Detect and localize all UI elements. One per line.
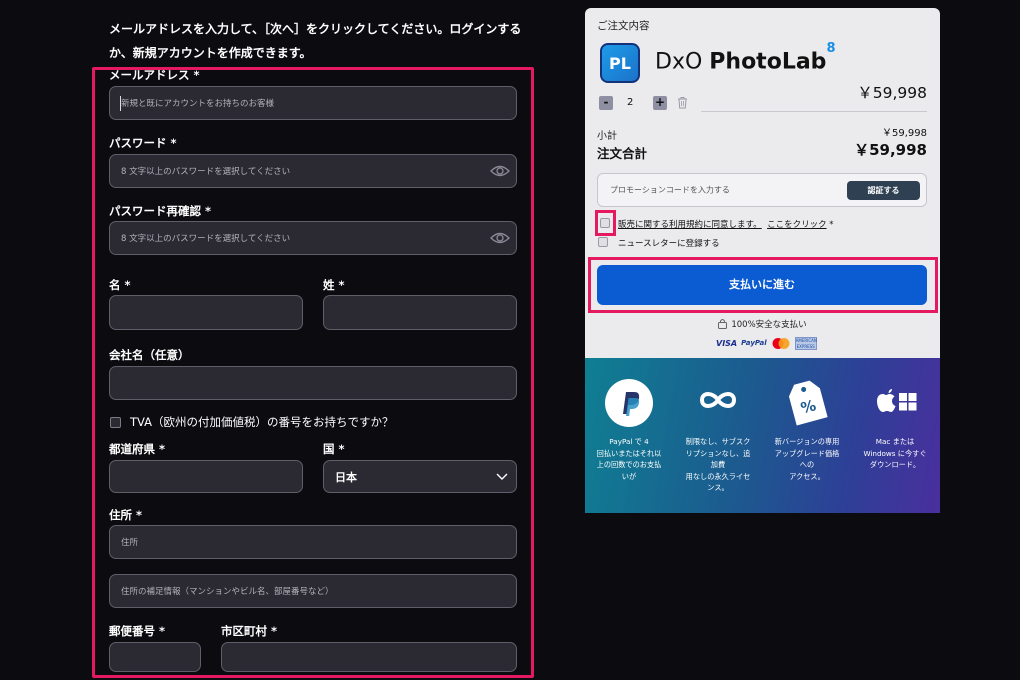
address2-placeholder: 住所の補足情報（マンションやビル名、部屋番号など）: [121, 587, 334, 597]
secure-payment: 100%安全な支払い: [585, 318, 940, 330]
terms-checkbox[interactable]: [600, 218, 610, 228]
total-label: 注文合計: [597, 146, 648, 161]
prefecture-label: 都道府県 *: [109, 442, 166, 456]
city-label: 市区町村 *: [221, 624, 278, 638]
discount-tag-icon: %: [788, 380, 828, 426]
photolab-logo: PL: [600, 43, 640, 83]
order-title: ご注文内容: [597, 20, 650, 32]
benefit-paypal-text: PayPal で 4 回払いまたはそれ以 上の回数でのお支払 いが: [596, 437, 662, 481]
paypal-icon: [605, 379, 653, 427]
product-version: 8: [826, 41, 836, 56]
secure-text: 100%安全な支払い: [731, 320, 807, 330]
qty-minus-button[interactable]: -: [599, 96, 613, 110]
email-label: メールアドレス *: [109, 68, 200, 82]
promo-placeholder: プロモーションコードを入力する: [610, 185, 730, 195]
benefits-banner: PayPal で 4 回払いまたはそれ以 上の回数でのお支払 いが 制限なし、サ…: [585, 358, 940, 513]
product-price: ￥59,998: [857, 84, 927, 102]
terms-required-mark: *: [826, 220, 834, 230]
password-confirm-field[interactable]: 8 文字以上のパスワードを選択してください: [109, 221, 517, 255]
promo-code-field[interactable]: プロモーションコードを入力する 認証する: [597, 173, 927, 207]
subtotal-label: 小計: [597, 131, 617, 142]
tva-checkbox[interactable]: [110, 417, 121, 428]
subtotal-value: ￥59,998: [882, 128, 927, 139]
qty-divider: [701, 111, 927, 112]
payment-methods: VISA PayPal AMERICAN EXPRESS: [716, 336, 817, 350]
qty-value[interactable]: 2: [627, 97, 633, 108]
tva-label: TVA（欧州の付加価値税）の番号をお持ちですか？: [130, 415, 394, 429]
paypal-logo: PayPal: [741, 339, 767, 347]
eye-icon[interactable]: [490, 231, 510, 245]
postal-field[interactable]: [109, 642, 201, 672]
city-field[interactable]: [221, 642, 517, 672]
benefit-upgrade-text: 新バージョンの専用 アップグレード価格 への アクセス。: [774, 437, 840, 481]
last-name-field[interactable]: [323, 295, 517, 330]
qty-plus-button[interactable]: +: [653, 96, 667, 110]
product-name: DxO PhotoLab8: [655, 41, 835, 75]
logo-text: PL: [602, 45, 638, 81]
password-field[interactable]: 8 文字以上のパスワードを選択してください: [109, 154, 517, 188]
eye-icon[interactable]: [490, 164, 510, 178]
mastercard-icon: [772, 337, 790, 349]
newsletter-label: ニュースレターに登録する: [618, 239, 720, 249]
terms-text: 販売に関する利用規約に同意します。 ここをクリック *: [618, 218, 834, 230]
newsletter-checkbox[interactable]: [598, 237, 608, 247]
address-placeholder: 住所: [121, 538, 139, 548]
order-summary-panel: ご注文内容 PL DxO PhotoLab8 ￥59,998 - 2 + 小計 …: [585, 8, 940, 358]
last-name-label: 姓 *: [323, 278, 345, 292]
apple-windows-icon: [877, 389, 917, 412]
chevron-down-icon: [496, 473, 508, 480]
country-value: 日本: [335, 470, 357, 484]
product-brand: DxO: [655, 49, 703, 75]
email-field[interactable]: 新規と既にアカウントをお持ちのお客様: [109, 86, 517, 120]
total-value: ￥59,998: [854, 141, 927, 159]
address-label: 住所 *: [109, 508, 143, 522]
product-title: PhotoLab: [709, 49, 827, 75]
password-confirm-label: パスワード再確認 *: [109, 204, 212, 218]
benefit-download-text: Mac または Windows に今すぐ ダウンロード。: [863, 437, 927, 469]
country-label: 国 *: [323, 442, 345, 456]
trash-icon[interactable]: [677, 96, 688, 109]
address2-field[interactable]: 住所の補足情報（マンションやビル名、部屋番号など）: [109, 574, 517, 608]
postal-label: 郵便番号 *: [109, 624, 166, 638]
infinity-icon: [699, 392, 737, 408]
first-name-label: 名 *: [109, 278, 131, 292]
country-select[interactable]: 日本: [323, 460, 517, 493]
first-name-field[interactable]: [109, 295, 303, 330]
company-label: 会社名（任意）: [109, 348, 190, 362]
terms-label[interactable]: 販売に関する利用規約に同意します。: [618, 220, 762, 230]
promo-apply-button[interactable]: 認証する: [847, 181, 920, 200]
email-placeholder: 新規と既にアカウントをお持ちのお客様: [121, 99, 275, 109]
password-confirm-placeholder: 8 文字以上のパスワードを選択してください: [121, 234, 291, 244]
password-placeholder: 8 文字以上のパスワードを選択してください: [121, 167, 291, 177]
amex-logo: AMERICAN EXPRESS: [794, 336, 817, 350]
proceed-to-payment-button[interactable]: 支払いに進む: [597, 265, 927, 305]
visa-logo: VISA: [716, 338, 738, 348]
benefit-perpetual-text: 制限なし、サブスク リプションなし、追 加費 用なしの永久ライセ ンス。: [685, 437, 751, 492]
address-field[interactable]: 住所: [109, 525, 517, 559]
lock-icon: [718, 319, 728, 329]
terms-link[interactable]: ここをクリック: [767, 220, 827, 230]
prefecture-field[interactable]: [109, 460, 303, 493]
company-field[interactable]: [109, 366, 517, 400]
intro-text: メールアドレスを入力して、［次へ］をクリックしてください。ログインするか、新規ア…: [109, 22, 522, 60]
password-label: パスワード *: [109, 136, 177, 150]
